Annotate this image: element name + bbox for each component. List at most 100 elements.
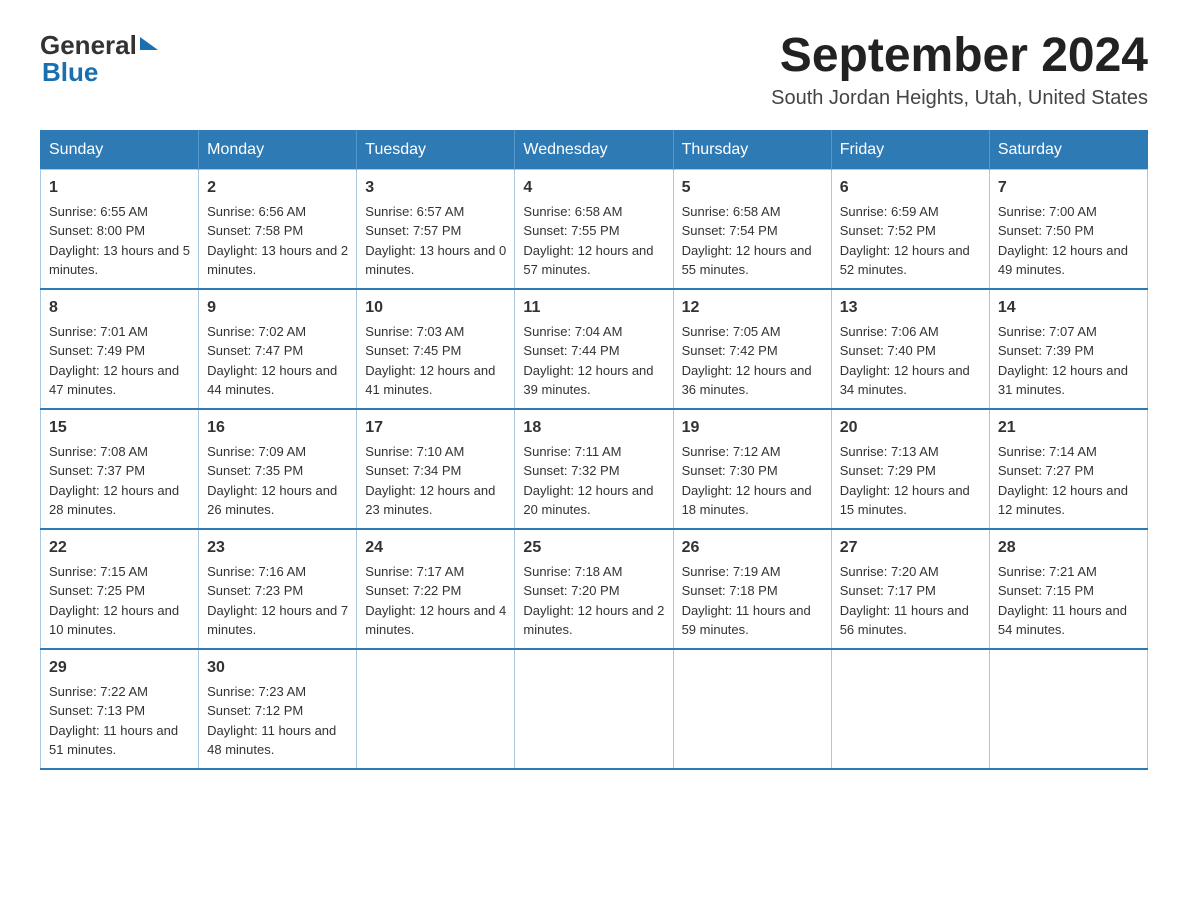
- calendar-day-cell: 15 Sunrise: 7:08 AMSunset: 7:37 PMDayligh…: [41, 409, 199, 529]
- day-number: 27: [840, 536, 981, 560]
- day-number: 7: [998, 176, 1139, 200]
- day-number: 2: [207, 176, 348, 200]
- calendar-day-cell: 3Sunrise: 6:57 AMSunset: 7:57 PMDaylight…: [357, 169, 515, 289]
- page: General Blue September 2024 South Jordan…: [0, 0, 1188, 810]
- calendar-day-cell: 29 Sunrise: 7:22 AMSunset: 7:13 PMDayligh…: [41, 649, 199, 769]
- calendar-week-row: 1 Sunrise: 6:55 AMSunset: 8:00 PMDaylight…: [41, 169, 1148, 289]
- day-info: Sunrise: 7:08 AMSunset: 7:37 PMDaylight:…: [49, 444, 179, 518]
- day-info: Sunrise: 7:13 AMSunset: 7:29 PMDaylight:…: [840, 444, 970, 518]
- calendar-day-cell: 11 Sunrise: 7:04 AMSunset: 7:44 PMDayligh…: [515, 289, 673, 409]
- col-header-friday: Friday: [831, 130, 989, 169]
- calendar-day-cell: 26 Sunrise: 7:19 AMSunset: 7:18 PMDayligh…: [673, 529, 831, 649]
- calendar-day-cell: [989, 649, 1147, 769]
- day-number: 14: [998, 296, 1139, 320]
- calendar-day-cell: 27 Sunrise: 7:20 AMSunset: 7:17 PMDayligh…: [831, 529, 989, 649]
- title-block: September 2024 South Jordan Heights, Uta…: [771, 30, 1148, 110]
- day-info: Sunrise: 7:05 AMSunset: 7:42 PMDaylight:…: [682, 324, 812, 398]
- day-info: Sunrise: 7:02 AMSunset: 7:47 PMDaylight:…: [207, 324, 337, 398]
- day-info: Sunrise: 7:11 AMSunset: 7:32 PMDaylight:…: [523, 444, 653, 518]
- day-number: 29: [49, 656, 190, 680]
- day-info: Sunrise: 6:59 AMSunset: 7:52 PMDaylight:…: [840, 204, 970, 278]
- calendar-day-cell: 21Sunrise: 7:14 AMSunset: 7:27 PMDayligh…: [989, 409, 1147, 529]
- day-info: Sunrise: 7:18 AMSunset: 7:20 PMDaylight:…: [523, 564, 664, 638]
- col-header-wednesday: Wednesday: [515, 130, 673, 169]
- day-number: 21: [998, 416, 1139, 440]
- day-number: 6: [840, 176, 981, 200]
- calendar-week-row: 15 Sunrise: 7:08 AMSunset: 7:37 PMDayligh…: [41, 409, 1148, 529]
- day-number: 4: [523, 176, 664, 200]
- day-info: Sunrise: 7:21 AMSunset: 7:15 PMDaylight:…: [998, 564, 1127, 638]
- calendar-day-cell: 6 Sunrise: 6:59 AMSunset: 7:52 PMDaylight…: [831, 169, 989, 289]
- day-number: 23: [207, 536, 348, 560]
- day-info: Sunrise: 7:06 AMSunset: 7:40 PMDaylight:…: [840, 324, 970, 398]
- calendar-day-cell: [831, 649, 989, 769]
- day-number: 25: [523, 536, 664, 560]
- calendar-day-cell: 23 Sunrise: 7:16 AMSunset: 7:23 PMDayligh…: [199, 529, 357, 649]
- day-info: Sunrise: 7:07 AMSunset: 7:39 PMDaylight:…: [998, 324, 1128, 398]
- day-info: Sunrise: 7:09 AMSunset: 7:35 PMDaylight:…: [207, 444, 337, 518]
- calendar-table: Sunday Monday Tuesday Wednesday Thursday…: [40, 130, 1148, 770]
- day-number: 30: [207, 656, 348, 680]
- col-header-saturday: Saturday: [989, 130, 1147, 169]
- calendar-day-cell: 14 Sunrise: 7:07 AMSunset: 7:39 PMDayligh…: [989, 289, 1147, 409]
- calendar-week-row: 8Sunrise: 7:01 AMSunset: 7:49 PMDaylight…: [41, 289, 1148, 409]
- day-info: Sunrise: 7:04 AMSunset: 7:44 PMDaylight:…: [523, 324, 653, 398]
- calendar-day-cell: 13Sunrise: 7:06 AMSunset: 7:40 PMDayligh…: [831, 289, 989, 409]
- col-header-thursday: Thursday: [673, 130, 831, 169]
- day-number: 9: [207, 296, 348, 320]
- col-header-sunday: Sunday: [41, 130, 199, 169]
- day-number: 15: [49, 416, 190, 440]
- calendar-day-cell: 19Sunrise: 7:12 AMSunset: 7:30 PMDayligh…: [673, 409, 831, 529]
- day-number: 19: [682, 416, 823, 440]
- day-number: 10: [365, 296, 506, 320]
- day-number: 5: [682, 176, 823, 200]
- calendar-day-cell: 16 Sunrise: 7:09 AMSunset: 7:35 PMDayligh…: [199, 409, 357, 529]
- calendar-day-cell: [515, 649, 673, 769]
- day-number: 22: [49, 536, 190, 560]
- day-number: 18: [523, 416, 664, 440]
- location-subtitle: South Jordan Heights, Utah, United State…: [771, 87, 1148, 110]
- calendar-day-cell: 1 Sunrise: 6:55 AMSunset: 8:00 PMDaylight…: [41, 169, 199, 289]
- calendar-day-cell: 30 Sunrise: 7:23 AMSunset: 7:12 PMDayligh…: [199, 649, 357, 769]
- day-info: Sunrise: 7:01 AMSunset: 7:49 PMDaylight:…: [49, 324, 179, 398]
- day-info: Sunrise: 7:23 AMSunset: 7:12 PMDaylight:…: [207, 684, 336, 758]
- day-number: 3: [365, 176, 506, 200]
- day-number: 1: [49, 176, 190, 200]
- calendar-day-cell: 25 Sunrise: 7:18 AMSunset: 7:20 PMDayligh…: [515, 529, 673, 649]
- day-info: Sunrise: 7:16 AMSunset: 7:23 PMDaylight:…: [207, 564, 348, 638]
- calendar-day-cell: 24Sunrise: 7:17 AMSunset: 7:22 PMDayligh…: [357, 529, 515, 649]
- calendar-day-cell: 2 Sunrise: 6:56 AMSunset: 7:58 PMDaylight…: [199, 169, 357, 289]
- day-info: Sunrise: 7:03 AMSunset: 7:45 PMDaylight:…: [365, 324, 495, 398]
- calendar-day-cell: 17 Sunrise: 7:10 AMSunset: 7:34 PMDayligh…: [357, 409, 515, 529]
- calendar-day-cell: [357, 649, 515, 769]
- day-number: 17: [365, 416, 506, 440]
- logo-triangle-icon: [140, 37, 158, 50]
- day-info: Sunrise: 6:58 AMSunset: 7:55 PMDaylight:…: [523, 204, 653, 278]
- day-info: Sunrise: 6:58 AMSunset: 7:54 PMDaylight:…: [682, 204, 812, 278]
- day-info: Sunrise: 7:15 AMSunset: 7:25 PMDaylight:…: [49, 564, 179, 638]
- day-info: Sunrise: 7:17 AMSunset: 7:22 PMDaylight:…: [365, 564, 506, 638]
- day-number: 26: [682, 536, 823, 560]
- col-header-monday: Monday: [199, 130, 357, 169]
- logo-blue-text: Blue: [42, 57, 98, 88]
- day-info: Sunrise: 7:22 AMSunset: 7:13 PMDaylight:…: [49, 684, 178, 758]
- day-number: 20: [840, 416, 981, 440]
- logo: General Blue: [40, 30, 158, 88]
- day-number: 11: [523, 296, 664, 320]
- calendar-week-row: 29 Sunrise: 7:22 AMSunset: 7:13 PMDayligh…: [41, 649, 1148, 769]
- calendar-day-cell: 10 Sunrise: 7:03 AMSunset: 7:45 PMDayligh…: [357, 289, 515, 409]
- calendar-day-cell: 28Sunrise: 7:21 AMSunset: 7:15 PMDayligh…: [989, 529, 1147, 649]
- day-info: Sunrise: 7:20 AMSunset: 7:17 PMDaylight:…: [840, 564, 969, 638]
- day-info: Sunrise: 6:55 AMSunset: 8:00 PMDaylight:…: [49, 204, 190, 278]
- calendar-day-cell: 18 Sunrise: 7:11 AMSunset: 7:32 PMDayligh…: [515, 409, 673, 529]
- header: General Blue September 2024 South Jordan…: [40, 30, 1148, 110]
- day-info: Sunrise: 6:56 AMSunset: 7:58 PMDaylight:…: [207, 204, 348, 278]
- calendar-day-cell: 8Sunrise: 7:01 AMSunset: 7:49 PMDaylight…: [41, 289, 199, 409]
- day-number: 16: [207, 416, 348, 440]
- calendar-week-row: 22 Sunrise: 7:15 AMSunset: 7:25 PMDayligh…: [41, 529, 1148, 649]
- calendar-day-cell: 12Sunrise: 7:05 AMSunset: 7:42 PMDayligh…: [673, 289, 831, 409]
- calendar-day-cell: 20 Sunrise: 7:13 AMSunset: 7:29 PMDayligh…: [831, 409, 989, 529]
- calendar-day-cell: [673, 649, 831, 769]
- day-info: Sunrise: 7:19 AMSunset: 7:18 PMDaylight:…: [682, 564, 811, 638]
- day-info: Sunrise: 7:10 AMSunset: 7:34 PMDaylight:…: [365, 444, 495, 518]
